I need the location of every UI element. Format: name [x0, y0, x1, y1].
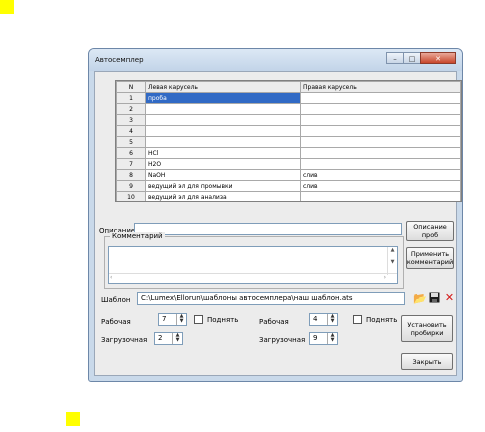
cell-left[interactable] [145, 136, 301, 148]
spinner-arrows-icon[interactable]: ▲ ▼ [327, 333, 337, 344]
left-work-label: Рабочая [101, 318, 131, 326]
left-load-value: 2 [158, 334, 163, 342]
minimize-icon[interactable]: – [386, 52, 404, 64]
table-row[interactable]: 8 NaOH слив [116, 169, 461, 181]
right-raise-checkbox[interactable]: Поднять [353, 315, 397, 324]
install-tubes-button[interactable]: Установить пробирки [401, 315, 453, 342]
row-number: 8 [116, 169, 146, 181]
cell-left[interactable]: HCl [145, 147, 301, 159]
cell-right[interactable] [300, 147, 461, 159]
cell-left[interactable]: ведущий эл для промывки [145, 180, 301, 192]
row-number: 2 [116, 103, 146, 115]
cell-right[interactable]: слив [300, 180, 461, 192]
left-work-spinner[interactable]: 7 ▲ ▼ [158, 313, 187, 326]
cell-left[interactable]: проба [145, 92, 301, 104]
table-row[interactable]: 7 H2O [116, 158, 461, 170]
cell-right[interactable] [300, 92, 461, 104]
maximize-icon[interactable]: □ [403, 52, 421, 64]
cell-right[interactable] [300, 158, 461, 170]
col-header-left[interactable]: Левая карусель [145, 81, 301, 93]
comment-legend: Комментарий [110, 232, 165, 240]
window-title: Автосемплер [95, 56, 144, 64]
row-number: 6 [116, 147, 146, 159]
row-number: 3 [116, 114, 146, 126]
right-work-spinner[interactable]: 4 ▲ ▼ [309, 313, 338, 326]
cell-right[interactable] [300, 114, 461, 126]
close-button[interactable]: Закрыть [401, 353, 453, 370]
right-load-label: Загрузочная [259, 336, 306, 344]
table-row[interactable]: 9 ведущий эл для промывки слив [116, 180, 461, 192]
left-work-value: 7 [162, 315, 167, 323]
autosampler-window: Автосемплер – □ ✕ N Левая карусель Права… [88, 48, 463, 382]
comment-horizontal-scrollbar[interactable]: ‹ › [109, 273, 397, 283]
cell-right[interactable] [300, 103, 461, 115]
template-label: Шаблон [101, 296, 131, 304]
spinner-arrows-icon[interactable]: ▲ ▼ [172, 333, 182, 344]
row-number: 4 [116, 125, 146, 137]
cell-left[interactable] [145, 103, 301, 115]
col-header-n[interactable]: N [116, 81, 146, 93]
spinner-arrows-icon[interactable]: ▲ ▼ [327, 314, 337, 325]
left-raise-label: Поднять [207, 315, 239, 324]
save-icon[interactable] [428, 292, 441, 305]
right-work-value: 4 [313, 315, 318, 323]
left-raise-checkbox[interactable]: Поднять [194, 315, 238, 324]
right-work-label: Рабочая [259, 318, 289, 326]
cell-left[interactable]: H2O [145, 158, 301, 170]
table-row[interactable]: 10 ведущий эл для анализа [116, 191, 461, 201]
comment-textarea[interactable]: ▲ ▼ ‹ › [108, 246, 398, 284]
checkbox-box[interactable] [353, 315, 362, 324]
description-field[interactable] [134, 223, 402, 235]
delete-x-icon[interactable]: ✕ [443, 291, 456, 304]
cell-right[interactable] [300, 125, 461, 137]
left-load-label: Загрузочная [101, 336, 148, 344]
right-load-spinner[interactable]: 9 ▲ ▼ [309, 332, 338, 345]
table-row[interactable]: 6 HCl [116, 147, 461, 159]
cell-left[interactable]: ведущий эл для анализа [145, 191, 301, 201]
cell-left[interactable] [145, 114, 301, 126]
right-load-value: 9 [313, 334, 318, 342]
checkbox-box[interactable] [194, 315, 203, 324]
cell-right[interactable] [300, 136, 461, 148]
table-row[interactable]: 4 [116, 125, 461, 137]
template-path-field[interactable]: C:\Lumex\Ellorun\шаблоны автосемплера\на… [137, 292, 405, 305]
right-raise-label: Поднять [366, 315, 398, 324]
spinner-arrows-icon[interactable]: ▲ ▼ [176, 314, 186, 325]
table-row[interactable]: 1 проба [116, 92, 461, 104]
left-load-spinner[interactable]: 2 ▲ ▼ [154, 332, 183, 345]
grid-header-row: N Левая карусель Правая карусель [116, 81, 461, 93]
close-icon[interactable]: ✕ [420, 52, 456, 64]
describe-samples-button[interactable]: Описание проб [406, 221, 454, 241]
comment-groupbox: Комментарий ▲ ▼ ‹ › [104, 232, 404, 289]
row-number: 5 [116, 136, 146, 148]
row-number: 1 [116, 92, 146, 104]
row-number: 10 [116, 191, 146, 201]
table-row[interactable]: 2 [116, 103, 461, 115]
window-client-area: N Левая карусель Правая карусель 1 проба… [94, 71, 462, 376]
carousel-grid[interactable]: N Левая карусель Правая карусель 1 проба… [115, 80, 462, 202]
cell-right[interactable]: слив [300, 169, 461, 181]
open-folder-icon[interactable]: 📂 [413, 292, 427, 305]
title-bar[interactable]: Автосемплер – □ ✕ [89, 49, 462, 71]
yellow-marker-top [0, 0, 14, 14]
col-header-right[interactable]: Правая карусель [300, 81, 461, 93]
cell-left[interactable] [145, 125, 301, 137]
cell-left[interactable]: NaOH [145, 169, 301, 181]
comment-vertical-scrollbar[interactable]: ▲ ▼ [387, 247, 397, 275]
table-row[interactable]: 5 [116, 136, 461, 148]
yellow-marker-bottom [66, 412, 80, 426]
row-number: 7 [116, 158, 146, 170]
row-number: 9 [116, 180, 146, 192]
cell-right[interactable] [300, 191, 461, 201]
apply-comment-button[interactable]: Применить комментарий [406, 247, 454, 269]
table-row[interactable]: 3 [116, 114, 461, 126]
